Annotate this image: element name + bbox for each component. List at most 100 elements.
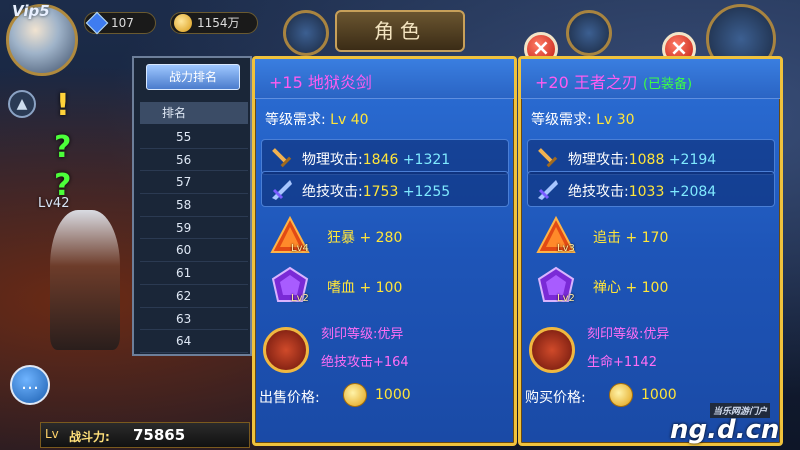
price-value: 1000 bbox=[375, 387, 411, 403]
skill-attack-row: 绝技攻击:1033 +2084 bbox=[527, 171, 775, 207]
stat-bonus: +2084 bbox=[668, 184, 717, 200]
heart-icon bbox=[529, 327, 575, 373]
gold-coin-icon bbox=[174, 14, 192, 32]
gem-effect: 嗜血 + 100 bbox=[327, 280, 403, 296]
gem-effect: 禅心 + 100 bbox=[593, 280, 669, 296]
gem-slot: Lv3 追击 + 170 bbox=[535, 215, 775, 261]
gem-slot: Lv2 禅心 + 100 bbox=[535, 265, 775, 311]
equipped-badge: (已装备) bbox=[642, 77, 693, 92]
stat-line: 物理攻击:1088 +2194 bbox=[568, 149, 716, 169]
gem-level: Lv2 bbox=[291, 293, 309, 304]
gem-count: 107 bbox=[111, 16, 134, 30]
item-card-sell: +15 地狱炎剑 等级需求: Lv 40 物理攻击:1846 +1321 绝技攻… bbox=[252, 56, 517, 446]
list-item[interactable]: 59 bbox=[140, 217, 248, 240]
game-scene: Vip5 107 1154万 角色 × × ▲ ! ? ? Lv42 … Lv … bbox=[0, 0, 800, 450]
stat-line: 绝技攻击:1033 +2084 bbox=[568, 181, 716, 201]
watermark-logo: ng.d.cn bbox=[670, 415, 780, 445]
power-label: 战斗力: bbox=[69, 430, 110, 444]
ranking-list[interactable]: 55 56 57 58 59 60 61 62 63 64 bbox=[140, 126, 248, 353]
list-item[interactable]: 62 bbox=[140, 285, 248, 308]
req-value: Lv 30 bbox=[596, 112, 635, 128]
list-item[interactable]: 63 bbox=[140, 308, 248, 331]
gem-level: Lv4 bbox=[291, 243, 309, 254]
gold-coin-icon bbox=[609, 383, 633, 407]
price-label: 购买价格: bbox=[525, 390, 586, 406]
list-item[interactable]: 61 bbox=[140, 262, 248, 285]
gold-count: 1154万 bbox=[197, 16, 240, 30]
item-card-equipped: +20 王者之刃 (已装备) 等级需求: Lv 30 物理攻击:1088 +21… bbox=[518, 56, 783, 446]
stat-bonus: +2194 bbox=[668, 152, 717, 168]
physical-attack-row: 物理攻击:1846 +1321 bbox=[261, 139, 509, 175]
stat-bonus: +1255 bbox=[402, 184, 451, 200]
sword-icon bbox=[272, 148, 292, 168]
engrave-blade-icon bbox=[263, 327, 309, 373]
list-item[interactable]: 64 bbox=[140, 330, 248, 353]
power-bar: Lv 战斗力: 75865 bbox=[40, 422, 250, 448]
engrave-effect: 生命+1142 bbox=[587, 355, 657, 370]
quest-marker-icon[interactable]: ? bbox=[54, 130, 71, 165]
item-name-text: +20 王者之刃 bbox=[535, 73, 638, 92]
gem-counter: 107 bbox=[84, 11, 156, 35]
req-value: Lv 40 bbox=[330, 112, 369, 128]
menu-orb-icon[interactable] bbox=[283, 10, 329, 56]
req-label: 等级需求: bbox=[265, 112, 326, 128]
engrave-level: 刻印等级:优异 bbox=[587, 327, 670, 342]
gem-effect: 狂暴 + 280 bbox=[327, 230, 403, 246]
stat-label: 物理攻击: bbox=[568, 152, 629, 168]
level-requirement: 等级需求: Lv 30 bbox=[531, 109, 635, 129]
stat-base: 1846 bbox=[362, 152, 399, 168]
price-row: 出售价格: 1000 bbox=[259, 383, 509, 409]
stat-base: 1753 bbox=[362, 184, 399, 200]
character-level: Lv42 bbox=[38, 196, 70, 211]
power-level-label: Lv bbox=[45, 427, 59, 441]
physical-attack-row: 物理攻击:1088 +2194 bbox=[527, 139, 775, 175]
sword-icon bbox=[538, 148, 558, 168]
gem-slot: Lv2 嗜血 + 100 bbox=[269, 265, 509, 311]
item-name: +15 地狱炎剑 bbox=[255, 59, 514, 99]
power-value: 75865 bbox=[133, 426, 186, 444]
req-label: 等级需求: bbox=[531, 112, 592, 128]
exclamation-icon[interactable]: ! bbox=[56, 88, 70, 123]
engrave-section: 刻印等级:优异 绝技攻击+164 bbox=[263, 321, 513, 381]
engrave-level: 刻印等级:优异 bbox=[321, 327, 404, 342]
engrave-effect: 绝技攻击+164 bbox=[321, 355, 409, 370]
gem-level: Lv2 bbox=[557, 293, 575, 304]
menu-orb-icon[interactable] bbox=[566, 10, 612, 56]
diamond-icon bbox=[85, 11, 109, 35]
gold-coin-icon bbox=[343, 383, 367, 407]
ranking-header: 排名 bbox=[140, 102, 248, 124]
list-item[interactable]: 60 bbox=[140, 239, 248, 263]
stat-bonus: +1321 bbox=[402, 152, 451, 168]
gem-effect: 追击 + 170 bbox=[593, 230, 669, 246]
stat-base: 1088 bbox=[628, 152, 665, 168]
gem-slot: Lv4 狂暴 + 280 bbox=[269, 215, 509, 261]
list-item[interactable]: 57 bbox=[140, 171, 248, 195]
list-item[interactable]: 58 bbox=[140, 194, 248, 217]
stat-line: 物理攻击:1846 +1321 bbox=[302, 149, 450, 169]
list-item[interactable]: 56 bbox=[140, 149, 248, 172]
stat-label: 绝技攻击: bbox=[302, 184, 363, 200]
chat-button[interactable]: … bbox=[10, 365, 50, 405]
window-title: 角色 bbox=[335, 10, 465, 52]
stat-line: 绝技攻击:1753 +1255 bbox=[302, 181, 450, 201]
stat-label: 绝技攻击: bbox=[568, 184, 629, 200]
stat-base: 1033 bbox=[628, 184, 665, 200]
gem-level: Lv3 bbox=[557, 243, 575, 254]
watermark: 当乐网游门户 ng.d.cn bbox=[660, 395, 800, 450]
item-name-text: +15 地狱炎剑 bbox=[269, 73, 372, 92]
stat-label: 物理攻击: bbox=[302, 152, 363, 168]
skill-attack-row: 绝技攻击:1753 +1255 bbox=[261, 171, 509, 207]
arrow-up-icon[interactable]: ▲ bbox=[8, 90, 36, 118]
tab-power-ranking[interactable]: 战力排名 bbox=[146, 64, 240, 90]
ranking-panel: 战力排名 排名 55 56 57 58 59 60 61 62 63 64 bbox=[132, 56, 252, 356]
price-label: 出售价格: bbox=[259, 390, 320, 406]
item-name: +20 王者之刃 (已装备) bbox=[521, 59, 780, 99]
vip-badge: Vip5 bbox=[12, 2, 50, 20]
level-requirement: 等级需求: Lv 40 bbox=[265, 109, 369, 129]
list-item[interactable]: 55 bbox=[140, 126, 248, 149]
skill-blade-icon bbox=[538, 180, 558, 200]
skill-blade-icon bbox=[272, 180, 292, 200]
hero-character bbox=[50, 210, 120, 350]
gold-counter: 1154万 bbox=[170, 12, 258, 34]
engrave-section: 刻印等级:优异 生命+1142 bbox=[529, 321, 779, 381]
